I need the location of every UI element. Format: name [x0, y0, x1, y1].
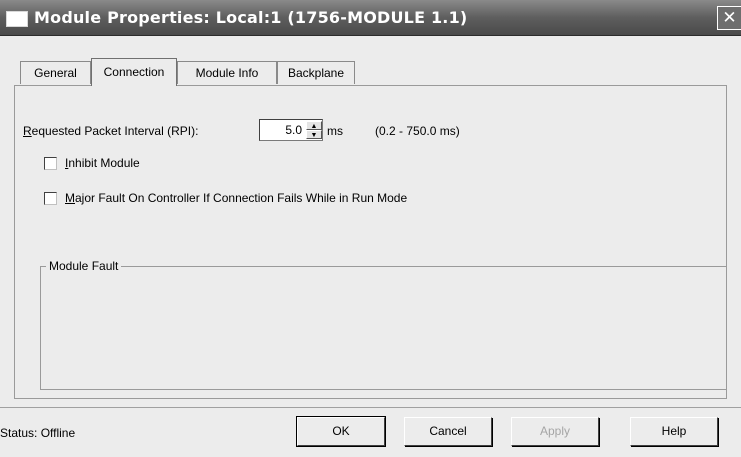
major-fault-checkbox[interactable] — [44, 192, 57, 205]
major-fault-text: ajor Fault On Controller If Connection F… — [75, 191, 408, 205]
tab-connection[interactable]: Connection — [91, 58, 177, 86]
help-button[interactable]: Help — [630, 417, 718, 446]
spin-up-icon[interactable]: ▲ — [306, 121, 322, 130]
window-icon — [6, 11, 28, 27]
module-fault-legend: Module Fault — [46, 259, 122, 273]
rpi-label-mnemonic: R — [23, 124, 32, 138]
close-button[interactable]: ✕ — [717, 6, 741, 30]
inhibit-text: nhibit Module — [68, 156, 140, 170]
rpi-label-text: equested Packet Interval (RPI): — [31, 124, 199, 138]
rpi-range: (0.2 - 750.0 ms) — [375, 124, 460, 138]
window-title: Module Properties: Local:1 (1756-MODULE … — [34, 8, 468, 27]
cancel-button[interactable]: Cancel — [404, 417, 492, 446]
ok-button[interactable]: OK — [297, 417, 385, 446]
major-fault-mnemonic: M — [65, 191, 75, 205]
inhibit-module-checkbox[interactable] — [44, 157, 57, 170]
inhibit-module-label[interactable]: Inhibit Module — [65, 156, 140, 170]
status-divider — [0, 407, 741, 408]
rpi-spinner[interactable]: ▲ ▼ — [306, 121, 322, 139]
major-fault-label[interactable]: Major Fault On Controller If Connection … — [65, 191, 407, 205]
spin-down-icon[interactable]: ▼ — [306, 130, 322, 139]
tab-module-info[interactable]: Module Info — [177, 61, 277, 84]
apply-button[interactable]: Apply — [511, 417, 599, 446]
rpi-label: Requested Packet Interval (RPI): — [23, 124, 198, 138]
title-bar: Module Properties: Local:1 (1756-MODULE … — [0, 0, 741, 36]
tab-general[interactable]: General — [20, 61, 91, 84]
module-fault-group — [40, 266, 727, 390]
status-text: Status: Offline — [0, 426, 76, 440]
tab-backplane[interactable]: Backplane — [277, 61, 355, 84]
rpi-unit: ms — [327, 124, 343, 138]
